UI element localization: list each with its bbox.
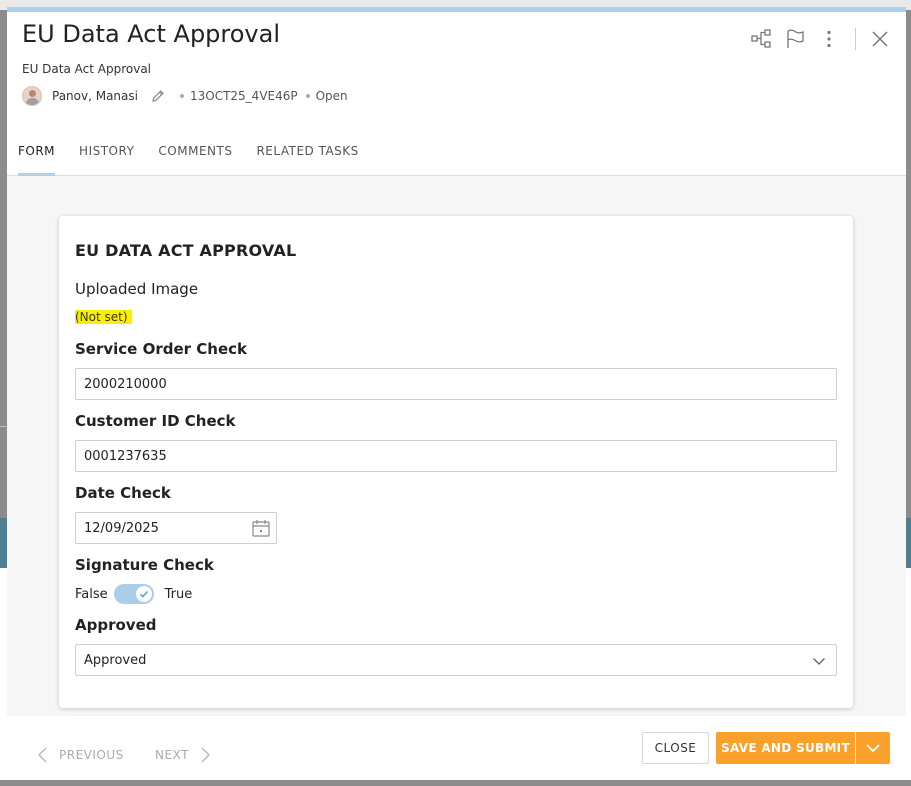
task-status: Open [315, 89, 348, 103]
date-check-label: Date Check [75, 484, 171, 502]
tab-form[interactable]: FORM [18, 140, 56, 177]
avatar [22, 86, 42, 106]
task-id: 13OCT25_4VE46P [189, 89, 298, 103]
flag-icon[interactable] [783, 27, 807, 51]
signature-toggle-row: False True [75, 583, 192, 605]
customer-id-input[interactable] [75, 440, 837, 472]
next-button[interactable]: NEXT [155, 747, 211, 763]
owner-name: Panov, Manasi [52, 89, 138, 103]
next-label: NEXT [155, 748, 189, 762]
calendar-icon[interactable] [251, 518, 271, 538]
meta-separator [305, 94, 310, 98]
close-button[interactable]: CLOSE [642, 732, 709, 764]
task-meta: Panov, Manasi 13OCT25_4VE46P Open [22, 86, 348, 106]
approved-label: Approved [75, 616, 157, 634]
signature-check-label: Signature Check [75, 556, 214, 574]
dialog-title: EU Data Act Approval [22, 20, 281, 48]
workflow-icon[interactable] [749, 27, 773, 51]
dialog-accent-bar [7, 7, 906, 12]
date-check-field[interactable] [75, 512, 277, 544]
chevron-right-icon [201, 747, 210, 763]
signature-toggle[interactable] [113, 584, 154, 604]
uploaded-image-label: Uploaded Image [75, 280, 199, 298]
toggle-knob [135, 586, 152, 602]
chevron-left-icon [37, 747, 47, 763]
tab-related-tasks[interactable]: RELATED TASKS [256, 140, 358, 176]
previous-label: PREVIOUS [59, 748, 124, 762]
header-actions [739, 27, 892, 51]
service-order-input[interactable] [75, 368, 837, 400]
uploaded-image-value: (Not set) [75, 310, 132, 324]
form-title: EU DATA ACT APPROVAL [75, 241, 297, 260]
save-and-submit-button[interactable]: SAVE AND SUBMIT [716, 732, 855, 764]
chevron-down-icon [812, 654, 826, 668]
more-vertical-icon[interactable] [817, 27, 841, 51]
pencil-icon[interactable] [150, 88, 166, 104]
meta-separator [179, 94, 184, 98]
task-dialog: EU Data Act Approval EU Data Act Approva… [7, 7, 906, 780]
approved-selected-value: Approved [84, 652, 147, 668]
toggle-false-label: False [75, 586, 108, 602]
date-check-input[interactable] [76, 513, 236, 543]
dialog-subtitle: EU Data Act Approval [22, 62, 152, 76]
header-separator [855, 28, 856, 50]
close-icon[interactable] [868, 27, 892, 51]
service-order-label: Service Order Check [75, 340, 247, 358]
customer-id-label: Customer ID Check [75, 412, 236, 430]
chevron-down-icon [866, 744, 880, 753]
toggle-true-label: True [164, 586, 193, 602]
form-card: EU DATA ACT APPROVAL Uploaded Image (Not… [59, 216, 853, 708]
tab-history[interactable]: HISTORY [79, 140, 134, 176]
previous-button[interactable]: PREVIOUS [37, 747, 124, 763]
tab-bar: FORM HISTORY COMMENTS RELATED TASKS [7, 140, 906, 177]
dialog-footer: PREVIOUS NEXT CLOSE SAVE AND SUBMIT [7, 716, 906, 780]
approved-select[interactable]: Approved [75, 644, 837, 676]
submit-options-button[interactable] [856, 732, 890, 764]
check-icon [139, 590, 148, 598]
tab-comments[interactable]: COMMENTS [158, 140, 232, 176]
